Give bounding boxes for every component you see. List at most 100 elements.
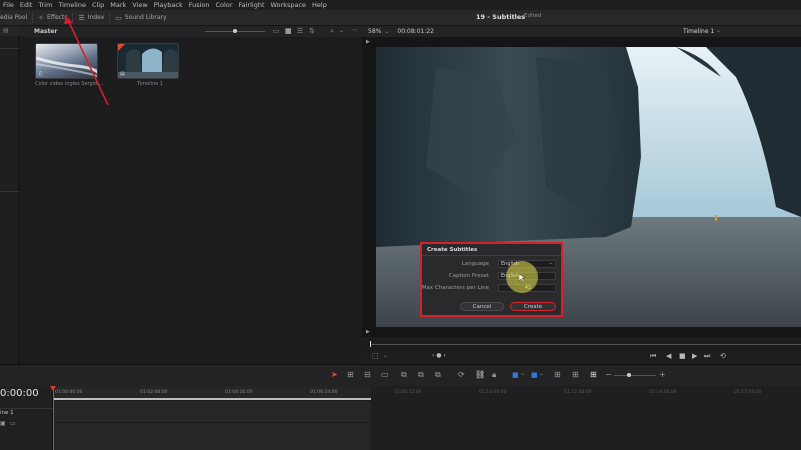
- overwrite-clip-icon[interactable]: ⧉: [418, 370, 424, 380]
- chevron-down-icon[interactable]: ⌄: [339, 27, 344, 34]
- divider: [0, 408, 53, 409]
- menu-help[interactable]: Help: [309, 1, 330, 9]
- full-view-icon[interactable]: ⊞: [554, 370, 561, 379]
- metadata-view-icon[interactable]: ▭: [273, 27, 280, 35]
- scrub-playhead[interactable]: [370, 341, 371, 347]
- menu-fusion[interactable]: Fusion: [186, 1, 213, 9]
- insert-clip-icon[interactable]: ⧉: [401, 370, 407, 380]
- clip-bar[interactable]: [53, 398, 371, 400]
- chevron-down-icon[interactable]: ⌄: [383, 352, 388, 359]
- source-timecode: 00:08:01:22: [397, 28, 434, 35]
- play-icon[interactable]: ▶: [692, 352, 697, 360]
- go-to-start-icon[interactable]: ⏮: [650, 352, 656, 361]
- replace-clip-icon[interactable]: ⧉: [435, 370, 441, 380]
- chevron-down-icon[interactable]: ⌄: [384, 28, 389, 35]
- mouse-cursor-icon: [519, 274, 525, 282]
- divider: [0, 48, 19, 49]
- language-label: Language: [461, 261, 489, 267]
- snapping-icon[interactable]: ⟳: [458, 370, 465, 379]
- menu-clip[interactable]: Clip: [89, 1, 107, 9]
- stop-icon[interactable]: ■: [679, 352, 686, 360]
- timeline-area[interactable]: 0:00:00 ine 1 ▣ ▭ 01:00:00:00 01:02:08:0…: [0, 386, 801, 450]
- slider-handle[interactable]: [233, 29, 237, 33]
- timeline-ruler-extended[interactable]: 01:08:32:00 01:10:40:00 01:12:48:00 01:1…: [371, 386, 801, 400]
- person-figure: [715, 215, 717, 221]
- blade-tool-icon[interactable]: ▭: [381, 370, 389, 379]
- slider-handle[interactable]: [627, 373, 631, 377]
- track-name: ine 1: [0, 410, 14, 416]
- loop-icon[interactable]: ⟲: [720, 352, 726, 360]
- marker-icon[interactable]: ■: [531, 371, 538, 379]
- audio-video-icon: ♫: [38, 71, 43, 77]
- flag-icon[interactable]: ■: [512, 371, 519, 379]
- timeline-name[interactable]: Timeline 1: [683, 28, 714, 35]
- menu-file[interactable]: File: [0, 1, 17, 9]
- more-options-icon[interactable]: ⋯: [351, 26, 358, 34]
- chevron-down-icon[interactable]: ⌄: [520, 370, 525, 377]
- viewer-mode-icon[interactable]: ⬚: [372, 352, 379, 360]
- thumbnail-size-slider[interactable]: [205, 29, 265, 33]
- bin-list-panel[interactable]: ▤: [0, 26, 19, 364]
- timeline-timecode: 0:00:00: [0, 388, 39, 399]
- cancel-button[interactable]: Cancel: [460, 302, 504, 311]
- tick-label: 01:00:00:00: [55, 390, 83, 395]
- chevron-down-icon[interactable]: ⌄: [716, 27, 721, 34]
- annotation-arrow: [64, 16, 109, 106]
- menu-workspace[interactable]: Workspace: [268, 1, 310, 9]
- play-reverse-icon[interactable]: ◀: [666, 352, 671, 360]
- subtitle-track-icon[interactable]: ▭: [10, 420, 16, 427]
- scrub-track[interactable]: [370, 344, 801, 345]
- tick-label: 01:02:08:00: [140, 390, 168, 395]
- zoom-slider[interactable]: [614, 373, 656, 377]
- caption-preset-label: Caption Preset: [448, 273, 489, 279]
- tick-label: 01:10:40:00: [479, 390, 507, 395]
- zoom-out-icon[interactable]: −: [605, 370, 612, 379]
- playhead-handle[interactable]: [50, 386, 56, 391]
- bin-toggle-icon[interactable]: ▤: [3, 27, 9, 34]
- folder-name: Master: [34, 28, 58, 35]
- tick-label: 01:04:16:00: [225, 390, 253, 395]
- search-icon[interactable]: ⌕: [330, 27, 334, 36]
- linked-selection-icon[interactable]: ⛓: [475, 370, 485, 379]
- menu-edit[interactable]: Edit: [17, 1, 36, 9]
- custom-zoom-icon[interactable]: ⊞: [590, 370, 597, 379]
- trim-tool-icon[interactable]: ⊞: [347, 370, 354, 379]
- menu-bar: File Edit Trim Timeline Clip Mark View P…: [0, 0, 801, 10]
- create-button[interactable]: Create: [510, 302, 556, 311]
- list-view-icon[interactable]: ☰: [297, 27, 303, 35]
- viewer-scrub-bar[interactable]: ▶: [362, 329, 801, 350]
- chevron-down-icon[interactable]: ⌄: [539, 370, 544, 377]
- jog-control[interactable]: ‹ ● ›: [432, 352, 446, 359]
- magic-wand-icon: ✧: [38, 13, 45, 22]
- selection-tool-icon[interactable]: ➤: [331, 370, 338, 379]
- menu-trim[interactable]: Trim: [35, 1, 55, 9]
- dynamic-trim-icon[interactable]: ⊟: [364, 370, 371, 379]
- menu-view[interactable]: View: [129, 1, 150, 9]
- zoom-in-icon[interactable]: +: [659, 370, 666, 379]
- clip-marker-icon: ▶: [366, 329, 370, 335]
- detail-zoom-icon[interactable]: ⊞: [572, 370, 579, 379]
- sort-icon[interactable]: ⇅: [309, 27, 315, 35]
- divider: [422, 255, 561, 256]
- playhead[interactable]: [53, 386, 54, 450]
- viewer-header: 58% ⌄ 00:08:01:22 Timeline 1 ⌄: [362, 26, 801, 37]
- track-lock-icon[interactable]: ▣: [0, 420, 6, 427]
- menu-fairlight[interactable]: Fairlight: [236, 1, 268, 9]
- project-status: Edited: [524, 13, 542, 19]
- tick-label: 01:17:04:00: [734, 390, 762, 395]
- menu-playback[interactable]: Playback: [151, 1, 186, 9]
- timeline-toolbar: ➤ ⊞ ⊟ ▭ ⧉ ⧉ ⧉ ⟳ ⛓ 🔒︎ ■ ⌄ ■ ⌄ ⊞ ⊞ ⊞ − +: [0, 364, 801, 386]
- project-title: 19 - Subtitles: [476, 13, 526, 21]
- zoom-level[interactable]: 58%: [368, 28, 381, 35]
- transport-controls: ⬚ ⌄ ‹ ● › ⏮ ◀ ■ ▶ ⏭ ⟲: [362, 350, 801, 364]
- menu-timeline[interactable]: Timeline: [55, 1, 89, 9]
- go-to-end-icon[interactable]: ⏭: [704, 352, 710, 361]
- position-lock-icon[interactable]: 🔒︎: [492, 370, 496, 380]
- timeline-track-lane[interactable]: [53, 400, 371, 450]
- menu-color[interactable]: Color: [213, 1, 236, 9]
- clip-label: Timeline 1: [137, 81, 164, 87]
- menu-mark[interactable]: Mark: [107, 1, 129, 9]
- max-characters-label: Max Characters per Line: [421, 285, 489, 291]
- media-pool-button[interactable]: edia Pool: [0, 12, 34, 23]
- thumbnail-view-icon[interactable]: ▦: [285, 27, 292, 35]
